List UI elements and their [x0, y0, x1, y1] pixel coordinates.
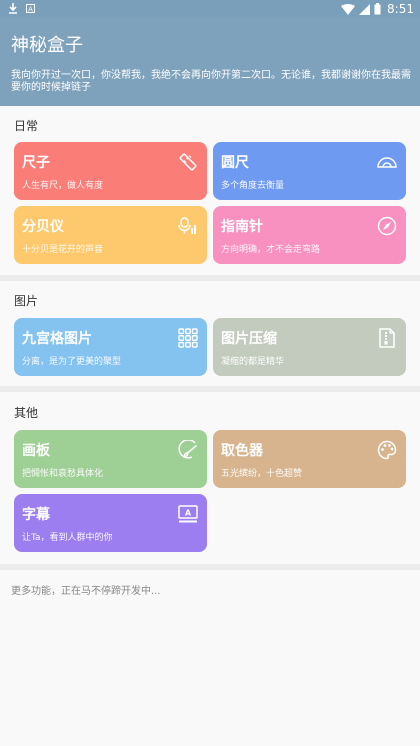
subtitle-icon: A: [178, 505, 198, 523]
card-decibel[interactable]: 分贝仪 十分贝是花开的声音: [14, 206, 207, 264]
footer-text: 更多功能，正在马不停蹄开发中...: [11, 586, 161, 597]
a-icon: A: [26, 4, 35, 13]
card-desc: 分离，是为了更美的聚型: [22, 357, 122, 367]
download-icon: [9, 3, 17, 14]
card-title: 取色器: [221, 443, 263, 459]
card-title: 指南针: [221, 219, 263, 235]
section-title: 日常: [14, 119, 39, 133]
card-desc: 五光缤纷，十色超赞: [221, 469, 303, 479]
card-desc: 把惆怅和哀愁具体化: [22, 469, 104, 479]
section-daily: 日常 尺子 人生有尺，做人有度 圆尺 多个角度去衡量 分贝仪 十分贝是花开的声音…: [0, 106, 420, 275]
card-desc: 多个角度去衡量: [221, 181, 285, 191]
card-title: 圆尺: [221, 155, 249, 171]
footer: 更多功能，正在马不停蹄开发中...: [0, 570, 420, 746]
card-desc: 十分贝是花开的声音: [22, 245, 104, 255]
card-title: 字幕: [22, 507, 50, 523]
battery-icon: [374, 3, 381, 15]
card-ruler[interactable]: 尺子 人生有尺，做人有度: [14, 142, 207, 200]
card-title: 尺子: [22, 155, 50, 171]
card-image-compress[interactable]: 图片压缩 凝缩的都是精华: [213, 318, 406, 376]
card-nine-grid[interactable]: 九宫格图片 分离，是为了更美的聚型: [14, 318, 207, 376]
app-header: 神秘盒子 我向你开过一次口，你没帮我，我绝不会再向你开第二次口。无论谁，我都谢谢…: [0, 18, 420, 106]
card-color-picker[interactable]: 取色器 五光缤纷，十色超赞: [213, 430, 406, 488]
card-desc: 方向明确，才不会走弯路: [221, 245, 321, 255]
protractor-icon: [377, 157, 397, 168]
status-bar: A 8:51: [0, 0, 420, 18]
brush-icon: [178, 440, 197, 459]
section-images: 图片 九宫格图片 分离，是为了更美的聚型 图片压缩 凝缩的都是精华: [0, 281, 420, 386]
card-subtitle[interactable]: 字幕 让Ta，看到人群中的你 A: [14, 494, 207, 552]
card-title: 图片压缩: [221, 331, 277, 347]
svg-text:A: A: [28, 5, 33, 13]
card-title: 分贝仪: [22, 219, 64, 235]
decibel-icon: [178, 217, 196, 234]
signal-icon: [359, 3, 371, 15]
grid-icon: [178, 328, 198, 348]
page-subtitle: 我向你开过一次口，你没帮我，我绝不会再向你开第二次口。无论谁，我都谢谢你在我最需…: [11, 70, 411, 93]
compass-icon: [377, 216, 397, 236]
ruler-icon: [179, 153, 197, 171]
svg-text:A: A: [185, 509, 192, 518]
card-title: 画板: [22, 443, 50, 459]
card-compass[interactable]: 指南针 方向明确，才不会走弯路: [213, 206, 406, 264]
palette-icon: [377, 440, 397, 460]
section-other: 其他 画板 把惆怅和哀愁具体化 取色器 五光缤纷，十色超赞 字幕 让Ta，看到人…: [0, 392, 420, 564]
card-protractor[interactable]: 圆尺 多个角度去衡量: [213, 142, 406, 200]
clock-time: 8:51: [387, 2, 414, 16]
card-desc: 凝缩的都是精华: [221, 357, 285, 367]
page-title: 神秘盒子: [11, 35, 83, 56]
card-desc: 人生有尺，做人有度: [22, 181, 104, 191]
section-title: 图片: [14, 294, 39, 308]
compress-icon: [379, 328, 395, 348]
card-desc: 让Ta，看到人群中的你: [22, 533, 113, 543]
section-title: 其他: [14, 406, 39, 420]
card-title: 九宫格图片: [22, 331, 92, 347]
wifi-icon: [341, 3, 356, 15]
card-drawing-board[interactable]: 画板 把惆怅和哀愁具体化: [14, 430, 207, 488]
